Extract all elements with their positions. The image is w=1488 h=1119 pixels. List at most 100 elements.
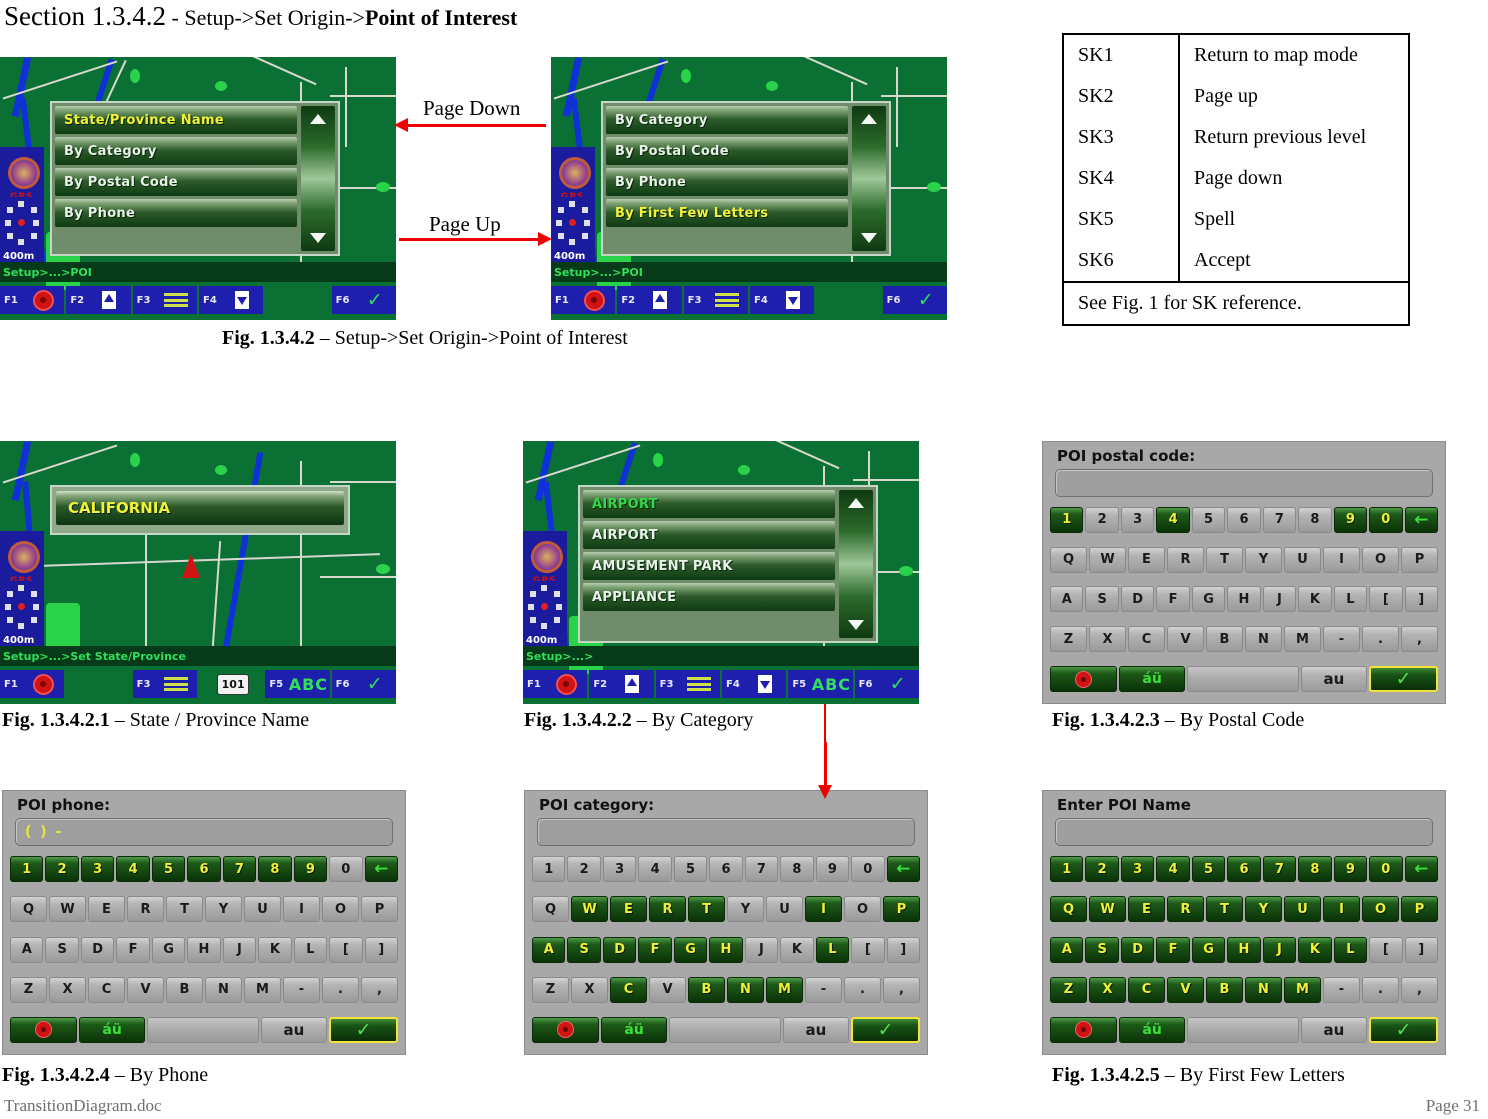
softkey-f1[interactable]: F1 [0,286,65,314]
softkey-f4[interactable]: F4 [721,670,787,698]
key-R[interactable]: R [1167,896,1204,923]
key-N[interactable]: N [1245,626,1282,653]
key-1[interactable]: 1 [1050,506,1084,533]
key-C[interactable]: C [88,976,125,1003]
key-7[interactable]: 7 [1262,856,1297,883]
key-G[interactable]: G [1191,936,1226,963]
key-7[interactable]: 7 [222,856,257,883]
key-M[interactable]: M [244,976,281,1003]
space-key[interactable] [1187,666,1299,693]
key-A[interactable]: A [1050,586,1084,613]
softkey-f2[interactable]: F2 [589,670,654,698]
key-[[interactable]: [ [329,936,363,963]
list-item[interactable]: By Category [55,137,297,165]
key-M[interactable]: M [766,976,803,1003]
key-2[interactable]: 2 [1085,506,1119,533]
scroll-down-icon[interactable] [861,233,877,243]
scroll-down-icon[interactable] [310,233,326,243]
state-province-value-row[interactable]: CALIFORNIA [56,491,344,525]
key-K[interactable]: K [1298,936,1332,963]
softkey-f4[interactable]: F4 [749,286,815,314]
au-key[interactable]: au [782,1016,850,1043]
key-D[interactable]: D [80,936,115,963]
list-item[interactable]: By Phone [55,199,297,227]
key-0[interactable]: 0 [1369,856,1403,883]
scrollbar[interactable] [839,490,873,638]
au-key[interactable]: au [1300,1016,1368,1043]
key-W[interactable]: W [571,896,608,923]
list-item[interactable]: APPLIANCE [583,583,835,611]
key-D[interactable]: D [1120,936,1155,963]
key-0[interactable]: 0 [329,856,363,883]
key-O[interactable]: O [844,896,881,923]
key-J[interactable]: J [1262,586,1297,613]
key--[interactable]: - [805,976,842,1003]
key-5[interactable]: 5 [1191,506,1226,533]
key-I[interactable]: I [283,896,320,923]
phone-input[interactable]: ( ) - [15,818,393,846]
au-key[interactable]: au [260,1016,328,1043]
key-8[interactable]: 8 [780,856,814,883]
softkey-f1[interactable]: F1 [523,670,588,698]
key-0[interactable]: 0 [851,856,885,883]
list-item[interactable]: By Postal Code [606,137,848,165]
key-I[interactable]: I [805,896,842,923]
key-J[interactable]: J [222,936,257,963]
key-3[interactable]: 3 [80,856,115,883]
key-D[interactable]: D [602,936,637,963]
key-G[interactable]: G [151,936,186,963]
poi-method-list[interactable]: By Category By Postal Code By Phone By F… [601,101,891,256]
key-R[interactable]: R [127,896,164,923]
key-R[interactable]: R [1167,546,1204,573]
key-.[interactable]: . [1362,626,1399,653]
key-K[interactable]: K [1298,586,1332,613]
key-2[interactable]: 2 [567,856,601,883]
key-[[interactable]: [ [1369,586,1403,613]
accents-key[interactable]: áü [600,1016,668,1043]
key-4[interactable]: 4 [1156,506,1190,533]
key-,[interactable]: , [883,976,920,1003]
key-P[interactable]: P [361,896,398,923]
key-G[interactable]: G [673,936,708,963]
key-][interactable]: ] [1404,586,1438,613]
softkey-f5[interactable]: F5 ABC [788,670,853,698]
accept-key[interactable]: ✓ [1369,666,1438,693]
key-Z[interactable]: Z [1050,976,1087,1003]
key-P[interactable]: P [883,896,920,923]
key--[interactable]: - [1323,976,1360,1003]
au-key[interactable]: au [1300,666,1368,693]
key-V[interactable]: V [1167,976,1204,1003]
key-8[interactable]: 8 [258,856,292,883]
key-B[interactable]: B [166,976,203,1003]
softkey-f4[interactable]: F4 [198,286,264,314]
key-9[interactable]: 9 [1333,856,1368,883]
key-6[interactable]: 6 [187,856,221,883]
category-input[interactable] [537,818,915,846]
key-8[interactable]: 8 [1298,856,1332,883]
key-Y[interactable]: Y [1245,546,1282,573]
key-U[interactable]: U [244,896,281,923]
key-B[interactable]: B [1206,976,1243,1003]
key-V[interactable]: V [649,976,686,1003]
key-W[interactable]: W [49,896,86,923]
list-item[interactable]: By Category [606,106,848,134]
key-0[interactable]: 0 [1369,506,1403,533]
key-X[interactable]: X [49,976,86,1003]
key-1[interactable]: 1 [10,856,44,883]
list-item[interactable]: State/Province Name [55,106,297,134]
key-X[interactable]: X [1089,976,1126,1003]
backspace-key[interactable]: ← [1404,856,1438,883]
key-,[interactable]: , [1401,976,1438,1003]
scroll-up-icon[interactable] [310,114,326,124]
key-3[interactable]: 3 [602,856,637,883]
key-5[interactable]: 5 [673,856,708,883]
key-9[interactable]: 9 [1333,506,1368,533]
softkey-f1[interactable]: F1 [551,286,616,314]
key-3[interactable]: 3 [1120,856,1155,883]
key-O[interactable]: O [322,896,359,923]
space-key[interactable] [1187,1016,1299,1043]
key-L[interactable]: L [1333,586,1368,613]
key-N[interactable]: N [727,976,764,1003]
list-item[interactable]: AIRPORT [583,521,835,549]
key-3[interactable]: 3 [1120,506,1155,533]
